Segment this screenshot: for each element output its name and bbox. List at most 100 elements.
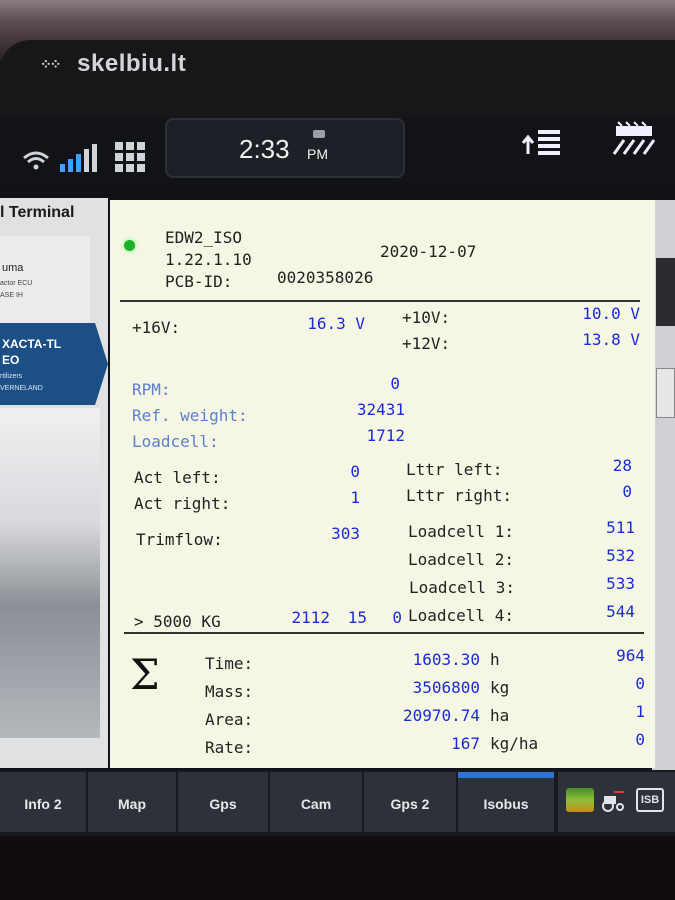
over-weight-value-1: 2112 <box>291 608 330 627</box>
device-list-item-exacta[interactable]: XACTA-TL EO rtilizers VERNELAND <box>0 323 108 405</box>
cell-signal-icon <box>60 144 97 172</box>
left-panel-reflection <box>0 408 100 738</box>
trimflow-value: 303 <box>331 524 360 543</box>
rate-extra: 0 <box>635 730 645 749</box>
loadcell-4-value: 544 <box>606 602 635 621</box>
mass-unit: kg <box>490 678 510 697</box>
sigma-icon: Σ <box>130 650 160 699</box>
status-led-icon <box>124 240 135 251</box>
act-right-label: Act right: <box>134 494 231 513</box>
tab-isobus[interactable]: Isobus <box>458 772 554 832</box>
tab-gps[interactable]: Gps <box>178 772 268 832</box>
volt-10-label: +10V: <box>402 308 451 327</box>
watermark-text: skelbiu.lt <box>77 50 187 77</box>
act-left-value: 0 <box>350 462 360 481</box>
apps-grid-icon[interactable] <box>115 142 147 172</box>
lttr-left-label: Lttr left: <box>406 460 503 479</box>
device-name: uma <box>2 262 24 274</box>
watermark: ⁘⁘ skelbiu.lt <box>40 50 186 78</box>
act-left-label: Act left: <box>134 468 221 487</box>
status-tray: ISB <box>558 772 675 832</box>
tab-gps-2[interactable]: Gps 2 <box>364 772 456 832</box>
tab-cam[interactable]: Cam <box>270 772 362 832</box>
upload-list-icon[interactable] <box>520 124 564 158</box>
clock-ampm: PM <box>307 146 328 162</box>
tab-info-2[interactable]: Info 2 <box>0 772 86 832</box>
loadcell-2-value: 532 <box>606 546 635 565</box>
device-sub2: VERNELAND <box>0 385 43 392</box>
over-weight-value-3: 0 <box>392 608 402 627</box>
area-extra: 1 <box>635 702 645 721</box>
area-unit: ha <box>490 706 510 725</box>
camera-icon <box>313 130 325 138</box>
tab-map[interactable]: Map <box>88 772 176 832</box>
divider <box>124 632 644 634</box>
rpm-value: 0 <box>390 374 400 393</box>
loadcell-3-label: Loadcell 3: <box>409 578 515 597</box>
clock-widget[interactable]: 2:33 PM <box>165 118 405 178</box>
clock-time: 2:33 <box>239 134 290 164</box>
loadcell-1-label: Loadcell 1: <box>408 522 514 541</box>
rate-value: 167 <box>451 734 480 753</box>
mass-label: Mass: <box>205 682 254 701</box>
device-name-2: EO <box>2 353 20 367</box>
volt-16-label: +16V: <box>132 318 181 337</box>
area-value: 20970.74 <box>402 706 480 725</box>
loadcell-3-value: 533 <box>606 574 635 593</box>
device-name: EDW2_ISO <box>165 228 243 247</box>
device-sub1: rtilizers <box>0 373 23 380</box>
diagnostic-panel: EDW2_ISO 1.22.1.10 2020-12-07 PCB-ID: 00… <box>110 200 655 768</box>
pcb-id: 0020358026 <box>277 268 374 287</box>
over-weight-label: > 5000 KG <box>134 612 221 631</box>
device-list-item-ecu[interactable]: uma actor ECU ASE IH <box>0 236 90 326</box>
ref-weight-label: Ref. weight: <box>132 406 248 425</box>
volt-10-value: 10.0 V <box>582 304 640 323</box>
isobus-icon[interactable]: ISB <box>636 788 664 812</box>
lttr-left-value: 28 <box>612 456 632 475</box>
lttr-right-label: Lttr right: <box>406 486 512 505</box>
field-map-icon[interactable] <box>566 788 594 812</box>
lttr-right-value: 0 <box>622 482 632 501</box>
status-bar: 2:33 PM <box>0 118 675 188</box>
rate-unit: kg/ha <box>490 734 539 753</box>
mass-value: 3506800 <box>412 678 480 697</box>
ref-weight-value: 32431 <box>356 400 405 419</box>
loadcell-1-value: 511 <box>606 518 635 537</box>
bottom-tab-bar: Info 2 Map Gps Cam Gps 2 Isobus ISB <box>0 770 675 836</box>
terminal-screen: 2:33 PM l Terminal uma actor ECU ASE IH … <box>0 118 675 836</box>
area-label: Area: <box>205 710 254 729</box>
time-unit: h <box>490 650 500 669</box>
divider <box>120 300 640 302</box>
loadcell-value: 1712 <box>366 426 405 445</box>
pcb-label: PCB-ID: <box>165 272 233 291</box>
isobus-icon-text: ISB <box>640 794 660 806</box>
rpm-label: RPM: <box>132 380 171 399</box>
device-bezel-bottom <box>0 836 675 900</box>
mass-extra: 0 <box>635 674 645 693</box>
firmware-version: 1.22.1.10 <box>165 250 252 269</box>
act-right-value: 1 <box>350 488 360 507</box>
loadcell-label: Loadcell: <box>132 432 219 451</box>
volt-16-value: 16.3 V <box>307 314 365 333</box>
over-weight-value-2: 15 <box>347 608 367 627</box>
loadcell-4-label: Loadcell 4: <box>408 606 514 625</box>
volt-12-label: +12V: <box>402 334 451 353</box>
device-name: XACTA-TL <box>2 337 62 351</box>
time-label: Time: <box>205 654 254 673</box>
loadcell-2-label: Loadcell 2: <box>408 550 514 569</box>
right-softkey-2[interactable] <box>656 368 675 418</box>
device-sub1: actor ECU <box>0 280 33 287</box>
implement-icon[interactable] <box>610 118 660 158</box>
left-panel-title: l Terminal <box>0 204 75 221</box>
volt-12-value: 13.8 V <box>582 330 640 349</box>
rate-label: Rate: <box>205 738 254 757</box>
firmware-date: 2020-12-07 <box>380 242 477 261</box>
device-sub2: ASE IH <box>0 292 23 299</box>
time-value: 1603.30 <box>412 650 480 669</box>
tractor-status-icon[interactable] <box>600 788 628 812</box>
trimflow-label: Trimflow: <box>136 530 223 549</box>
right-softkey-1[interactable] <box>656 258 675 326</box>
watermark-logo-icon: ⁘⁘ <box>40 56 61 73</box>
time-extra: 964 <box>616 646 645 665</box>
wifi-icon <box>23 151 49 170</box>
